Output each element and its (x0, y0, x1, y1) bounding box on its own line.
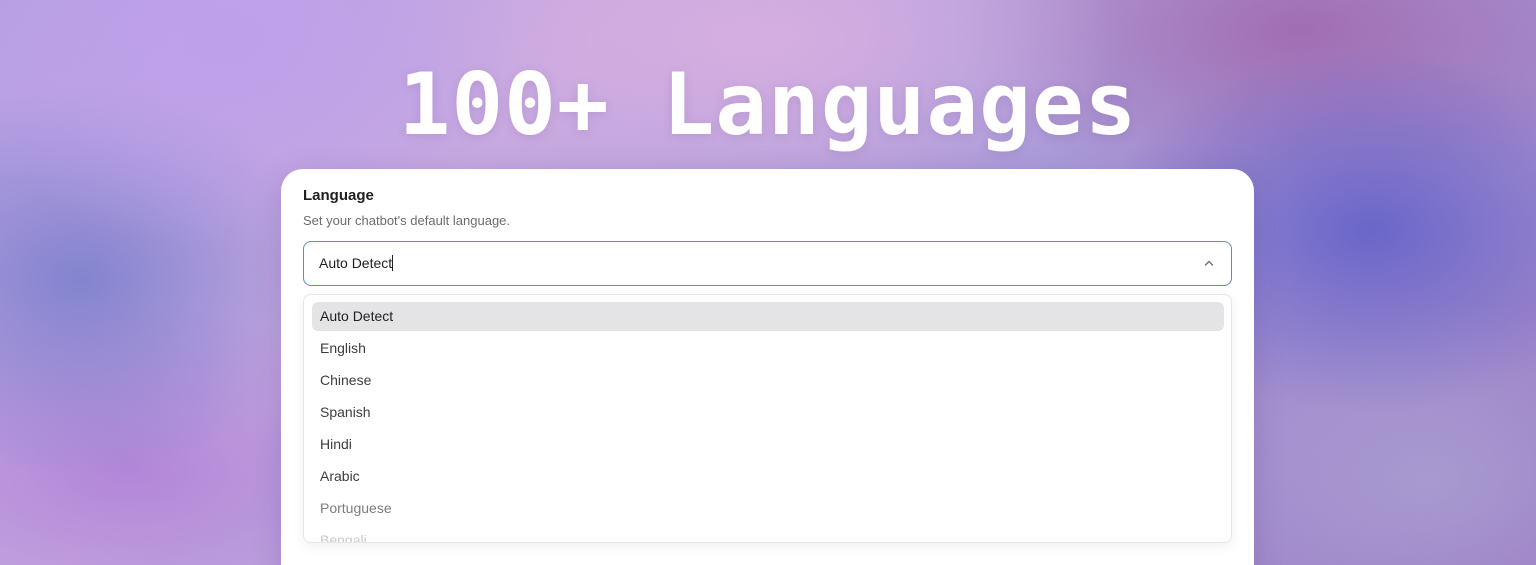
option-arabic[interactable]: Arabic (312, 462, 1224, 491)
text-cursor (392, 255, 394, 271)
option-english[interactable]: English (312, 334, 1224, 363)
language-select[interactable]: Auto Detect (303, 241, 1232, 286)
option-hindi[interactable]: Hindi (312, 430, 1224, 459)
language-select-value: Auto Detect (319, 255, 393, 271)
option-auto-detect[interactable]: Auto Detect (312, 302, 1224, 331)
option-chinese[interactable]: Chinese (312, 366, 1224, 395)
chevron-up-icon[interactable] (1203, 257, 1215, 269)
language-field-description: Set your chatbot's default language. (303, 213, 511, 228)
language-field-label: Language (303, 187, 374, 204)
language-settings-card: Language Set your chatbot's default lang… (281, 169, 1254, 565)
hero-title: 100+ Languages (398, 55, 1138, 155)
option-portuguese[interactable]: Portuguese (312, 494, 1224, 523)
option-bengali[interactable]: Bengali (312, 526, 1224, 542)
language-dropdown-list: Auto Detect English Chinese Spanish Hind… (303, 294, 1232, 543)
language-select-value-wrap[interactable]: Auto Detect (319, 255, 394, 271)
option-spanish[interactable]: Spanish (312, 398, 1224, 427)
